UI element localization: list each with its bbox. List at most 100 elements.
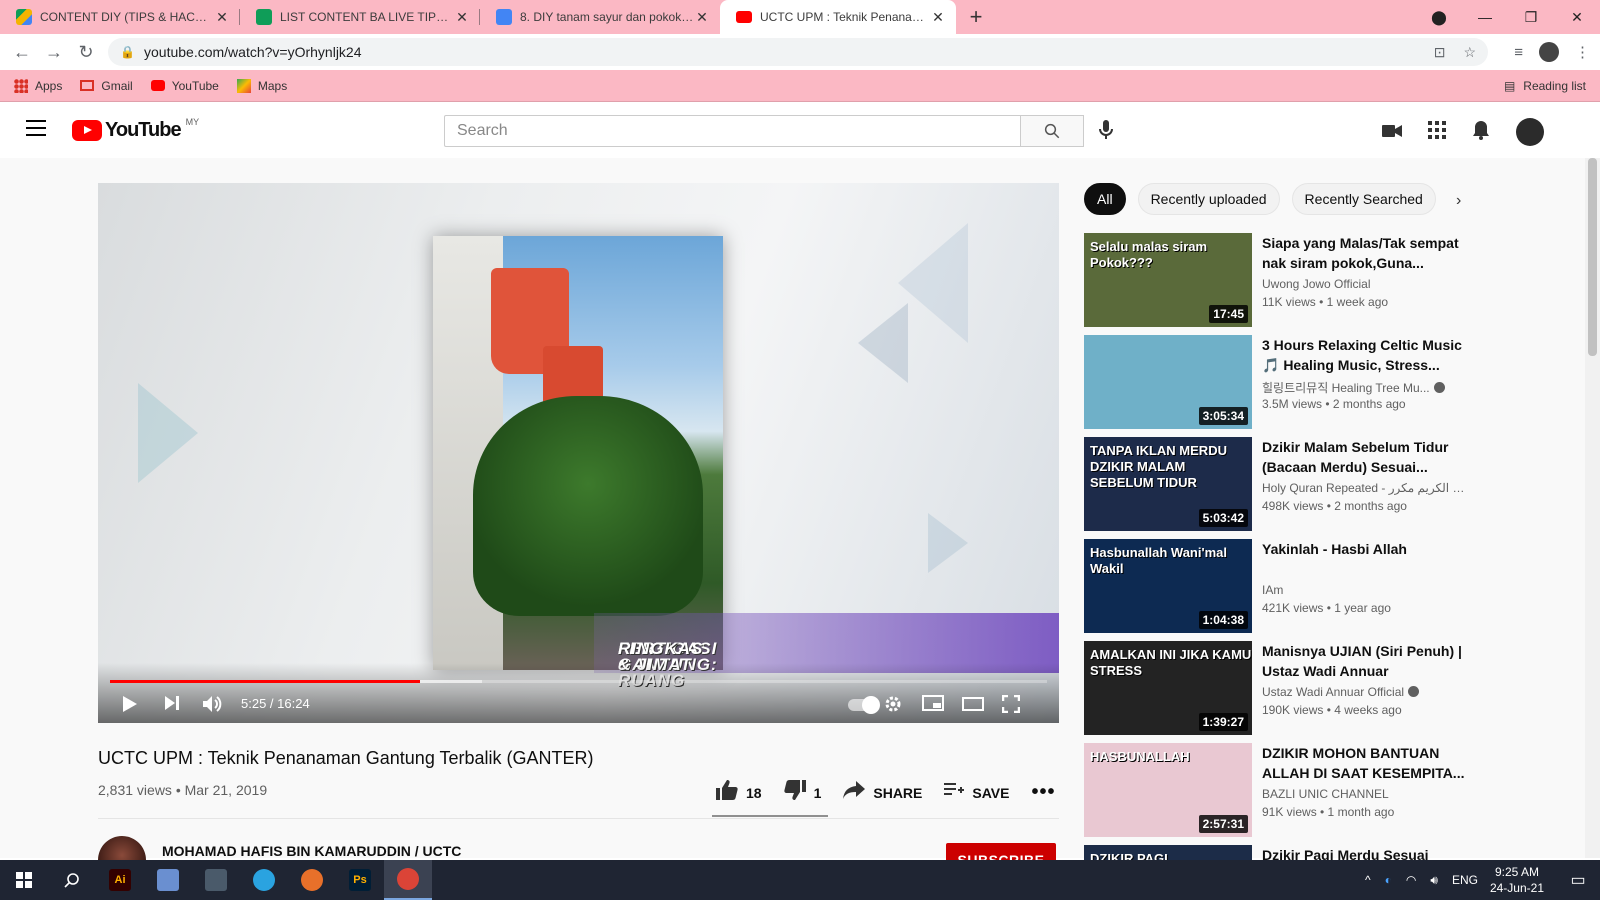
bookmark-maps[interactable]: Maps xyxy=(236,78,287,93)
theater-mode-icon[interactable] xyxy=(962,695,984,716)
snip-icon[interactable] xyxy=(144,860,192,900)
share-button[interactable]: SHARE xyxy=(843,781,922,804)
recommendation-item[interactable]: 3:05:34 3 Hours Relaxing Celtic Music 🎵 H… xyxy=(1084,335,1564,429)
recommendation-item[interactable]: DZIKIR PAGI Dzikir Pagi Merdu Sesuai xyxy=(1084,845,1564,860)
create-video-icon[interactable] xyxy=(1382,122,1402,143)
back-icon[interactable]: ← xyxy=(6,42,38,63)
lock-icon[interactable]: 🔒 xyxy=(120,45,135,59)
recommendation-title[interactable]: DZIKIR MOHON BANTUAN ALLAH DI SAAT KESEM… xyxy=(1262,743,1470,783)
profile-dropdown-icon[interactable]: ⬤ xyxy=(1416,9,1462,26)
recommendation-channel[interactable]: 힐링트리뮤직 Healing Tree Mu... xyxy=(1262,379,1470,396)
close-tab-icon[interactable]: ✕ xyxy=(694,9,710,26)
speaker-icon[interactable]: 🔊︎ xyxy=(1430,873,1438,888)
recommendation-item[interactable]: HASBUNALLAH 2:57:31 DZIKIR MOHON BANTUAN A… xyxy=(1084,743,1564,837)
new-tab-icon[interactable]: + xyxy=(956,0,996,34)
recommendation-item[interactable]: AMALKAN INI JIKA KAMU STRESS 1:39:27 Manis… xyxy=(1084,641,1564,735)
more-actions-icon[interactable]: ••• xyxy=(1031,781,1055,804)
video-player[interactable]: FERTIGASI GANTUNG:RINGKAS & JIMAT RUANG … xyxy=(98,183,1059,723)
scrollbar-thumb[interactable] xyxy=(1588,158,1597,356)
autoplay-toggle[interactable] xyxy=(848,696,880,714)
windows-start-icon[interactable] xyxy=(0,860,48,900)
chrome-menu-icon[interactable]: ⋮ xyxy=(1575,43,1590,61)
notifications-bell-icon[interactable] xyxy=(1472,120,1490,145)
video-thumbnail[interactable]: TANPA IKLAN MERDU DZIKIR MALAM SEBELUM T… xyxy=(1084,437,1252,531)
chevron-right-icon[interactable]: › xyxy=(1456,192,1461,210)
chip-recently-searched[interactable]: Recently Searched xyxy=(1291,183,1436,215)
recommendation-title[interactable]: Dzikir Pagi Merdu Sesuai xyxy=(1262,845,1470,860)
video-progress-bar[interactable] xyxy=(110,680,1047,683)
fullscreen-icon[interactable] xyxy=(1001,694,1021,718)
forward-icon[interactable]: → xyxy=(38,42,70,63)
address-bar[interactable]: 🔒 youtube.com/watch?v=yOrhynljk24 ⊡ ☆ xyxy=(108,38,1488,66)
recommendation-title[interactable]: Yakinlah - Hasbi Allah xyxy=(1262,539,1470,559)
firefox-icon[interactable] xyxy=(288,860,336,900)
bookmark-apps[interactable]: Apps xyxy=(14,78,62,93)
video-thumbnail[interactable]: Hasbunallah Wani'mal Wakil 1:04:38 xyxy=(1084,539,1252,633)
recommendation-channel[interactable]: IAm xyxy=(1262,583,1470,597)
recommendation-channel[interactable]: BAZLI UNIC CHANNEL xyxy=(1262,787,1470,801)
user-avatar[interactable] xyxy=(1516,118,1544,146)
miniplayer-icon[interactable] xyxy=(922,695,944,716)
media-control-icon[interactable]: ≡ xyxy=(1514,44,1523,61)
voice-search-icon[interactable] xyxy=(1098,119,1114,146)
reload-icon[interactable]: ↻ xyxy=(70,42,102,63)
recommendation-item[interactable]: TANPA IKLAN MERDU DZIKIR MALAM SEBELUM T… xyxy=(1084,437,1564,531)
search-button[interactable] xyxy=(1020,115,1084,147)
bookmark-youtube[interactable]: YouTube xyxy=(150,79,219,93)
youtube-logo[interactable]: YouTube MY xyxy=(72,117,199,142)
close-tab-icon[interactable]: ✕ xyxy=(214,9,230,26)
video-thumbnail[interactable]: AMALKAN INI JIKA KAMU STRESS 1:39:27 xyxy=(1084,641,1252,735)
recommendation-title[interactable]: Dzikir Malam Sebelum Tidur (Bacaan Merdu… xyxy=(1262,437,1470,477)
dislike-button[interactable]: 1 xyxy=(783,780,821,805)
bookmark-gmail[interactable]: Gmail xyxy=(80,79,133,93)
calculator-icon[interactable] xyxy=(192,860,240,900)
next-video-icon[interactable] xyxy=(164,695,180,716)
recommendation-title[interactable]: 3 Hours Relaxing Celtic Music 🎵 Healing … xyxy=(1262,335,1470,375)
recommendation-title[interactable]: Manisnya UJIAN (Siri Penuh) | Ustaz Wadi… xyxy=(1262,641,1470,681)
browser-tab-4-active[interactable]: UCTC UPM : Teknik Penanaman G ✕ xyxy=(720,0,956,34)
video-thumbnail[interactable]: DZIKIR PAGI xyxy=(1084,845,1252,860)
save-button[interactable]: SAVE xyxy=(944,782,1009,803)
profile-avatar[interactable] xyxy=(1539,42,1559,62)
browser-tab-2[interactable]: LIST CONTENT BA LIVE TIPS & HAC ✕ xyxy=(240,0,480,34)
recommendation-channel[interactable]: Uwong Jowo Official xyxy=(1262,277,1470,291)
video-thumbnail[interactable]: 3:05:34 xyxy=(1084,335,1252,429)
telegram-icon[interactable] xyxy=(240,860,288,900)
show-hidden-icons-icon[interactable]: ^ xyxy=(1365,873,1371,887)
page-scrollbar[interactable] xyxy=(1585,158,1600,858)
action-center-icon[interactable]: ▭ xyxy=(1556,870,1600,890)
video-thumbnail[interactable]: Selalu malas siram Pokok??? 17:45 xyxy=(1084,233,1252,327)
video-thumbnail[interactable]: HASBUNALLAH 2:57:31 xyxy=(1084,743,1252,837)
close-window-icon[interactable]: ✕ xyxy=(1554,9,1600,26)
browser-tab-3[interactable]: 8. DIY tanam sayur dan pokok bua ✕ xyxy=(480,0,720,34)
close-tab-icon[interactable]: ✕ xyxy=(930,9,946,26)
close-tab-icon[interactable]: ✕ xyxy=(454,9,470,26)
search-input[interactable]: Search xyxy=(444,115,1020,147)
install-app-icon[interactable]: ⊡ xyxy=(1434,44,1446,61)
browser-tab-1[interactable]: CONTENT DIY (TIPS & HACKS) - Go ✕ xyxy=(0,0,240,34)
maximize-icon[interactable]: ❐ xyxy=(1508,9,1554,26)
apps-grid-icon[interactable] xyxy=(1428,120,1446,144)
app-tray-icon[interactable]: ◐ xyxy=(1385,873,1392,887)
url-text[interactable]: youtube.com/watch?v=yOrhynljk24 xyxy=(144,44,362,60)
search-icon[interactable] xyxy=(48,860,96,900)
recommendation-item[interactable]: Selalu malas siram Pokok??? 17:45 Siapa ya… xyxy=(1084,233,1564,327)
language-indicator[interactable]: ENG xyxy=(1452,873,1478,887)
recommendation-title[interactable]: Siapa yang Malas/Tak sempat nak siram po… xyxy=(1262,233,1470,273)
recommendation-channel[interactable]: Holy Quran Repeated - القرآن الكريم مكرر xyxy=(1262,481,1470,495)
photoshop-icon[interactable]: Ps xyxy=(336,860,384,900)
minimize-icon[interactable]: — xyxy=(1462,9,1508,25)
chrome-icon[interactable] xyxy=(384,860,432,900)
clock[interactable]: 9:25 AM 24-Jun-21 xyxy=(1490,864,1544,896)
illustrator-icon[interactable]: Ai xyxy=(96,860,144,900)
recommendation-item[interactable]: Hasbunallah Wani'mal Wakil 1:04:38 Yakinla… xyxy=(1084,539,1564,633)
recommendation-channel[interactable]: Ustaz Wadi Annuar Official xyxy=(1262,685,1470,699)
like-button[interactable]: 18 xyxy=(716,780,762,805)
chip-recently-uploaded[interactable]: Recently uploaded xyxy=(1137,183,1280,215)
settings-gear-icon[interactable] xyxy=(884,695,902,718)
hamburger-menu-icon[interactable] xyxy=(26,120,46,141)
volume-icon[interactable] xyxy=(202,695,224,718)
bookmark-star-icon[interactable]: ☆ xyxy=(1463,44,1476,61)
wifi-icon[interactable]: ◠ xyxy=(1406,873,1416,887)
channel-name[interactable]: MOHAMAD HAFIS BIN KAMARUDDIN / UCTC xyxy=(162,843,461,859)
